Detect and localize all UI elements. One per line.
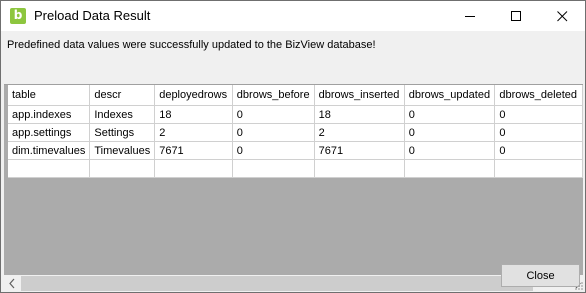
column-header[interactable]: descr [89,85,156,106]
table-row[interactable]: app.settings Settings 2 0 2 0 0 [8,123,583,142]
table-cell[interactable]: 0 [232,123,315,142]
table-cell[interactable] [8,159,91,178]
results-grid: table descr deployedrows dbrows_before d… [4,84,585,292]
scrollbar-thumb[interactable] [21,276,533,291]
close-icon [557,11,568,22]
close-button[interactable]: Close [501,264,580,287]
maximize-icon [511,11,521,21]
table-row[interactable]: dim.timevalues Timevalues 7671 0 7671 0 … [8,141,583,160]
scroll-left-button[interactable] [4,275,21,292]
column-header[interactable]: deployedrows [154,85,233,106]
preload-result-dialog: b Preload Data Result Predefined data va… [0,0,586,293]
dialog-body: Predefined data values were successfully… [1,31,585,292]
table-cell[interactable]: dim.timevalues [8,141,91,160]
title-bar[interactable]: b Preload Data Result [1,1,585,31]
table-cell[interactable]: 18 [314,105,405,124]
table-cell[interactable]: 0 [232,105,315,124]
column-header[interactable]: dbrows_deleted [494,85,583,106]
b-logo-icon: b [10,8,26,24]
table-cell[interactable]: 18 [154,105,233,124]
column-header[interactable]: dbrows_updated [404,85,496,106]
results-table: table descr deployedrows dbrows_before d… [8,85,583,178]
table-cell[interactable] [404,159,496,178]
table-row[interactable] [8,159,583,178]
table-cell[interactable]: 0 [404,105,496,124]
column-header[interactable]: dbrows_inserted [314,85,405,106]
table-cell[interactable]: Indexes [89,105,156,124]
column-header[interactable]: dbrows_before [232,85,315,106]
table-cell[interactable] [154,159,233,178]
table-cell[interactable]: app.settings [8,123,91,142]
table-cell[interactable]: 2 [154,123,233,142]
table-cell[interactable]: 0 [232,141,315,160]
table-cell[interactable]: app.indexes [8,105,91,124]
table-cell[interactable]: Settings [89,123,156,142]
table-cell[interactable]: 2 [314,123,405,142]
table-cell[interactable]: Timevalues [89,141,156,160]
table-cell[interactable] [89,159,156,178]
maximize-button[interactable] [493,1,539,31]
header-row: table descr deployedrows dbrows_before d… [8,85,583,106]
table-cell[interactable]: 0 [404,123,496,142]
resize-grip-icon[interactable] [574,281,584,291]
status-message: Predefined data values were successfully… [7,39,376,51]
minimize-icon [465,16,475,17]
table-cell[interactable] [314,159,405,178]
window-title: Preload Data Result [34,8,151,23]
table-cell[interactable]: 7671 [154,141,233,160]
table-cell[interactable]: 0 [494,123,583,142]
table-row[interactable]: app.indexes Indexes 18 0 18 0 0 [8,105,583,124]
table-cell[interactable] [494,159,583,178]
table-cell[interactable]: 0 [494,105,583,124]
horizontal-scrollbar[interactable] [4,275,585,292]
column-header[interactable]: table [8,85,91,106]
table-cell[interactable]: 7671 [314,141,405,160]
table-cell[interactable] [232,159,315,178]
window-close-button[interactable] [539,1,585,31]
minimize-button[interactable] [447,1,493,31]
table-cell[interactable]: 0 [494,141,583,160]
table-cell[interactable]: 0 [404,141,496,160]
chevron-left-icon [9,278,15,289]
grid-viewport: table descr deployedrows dbrows_before d… [8,85,583,247]
